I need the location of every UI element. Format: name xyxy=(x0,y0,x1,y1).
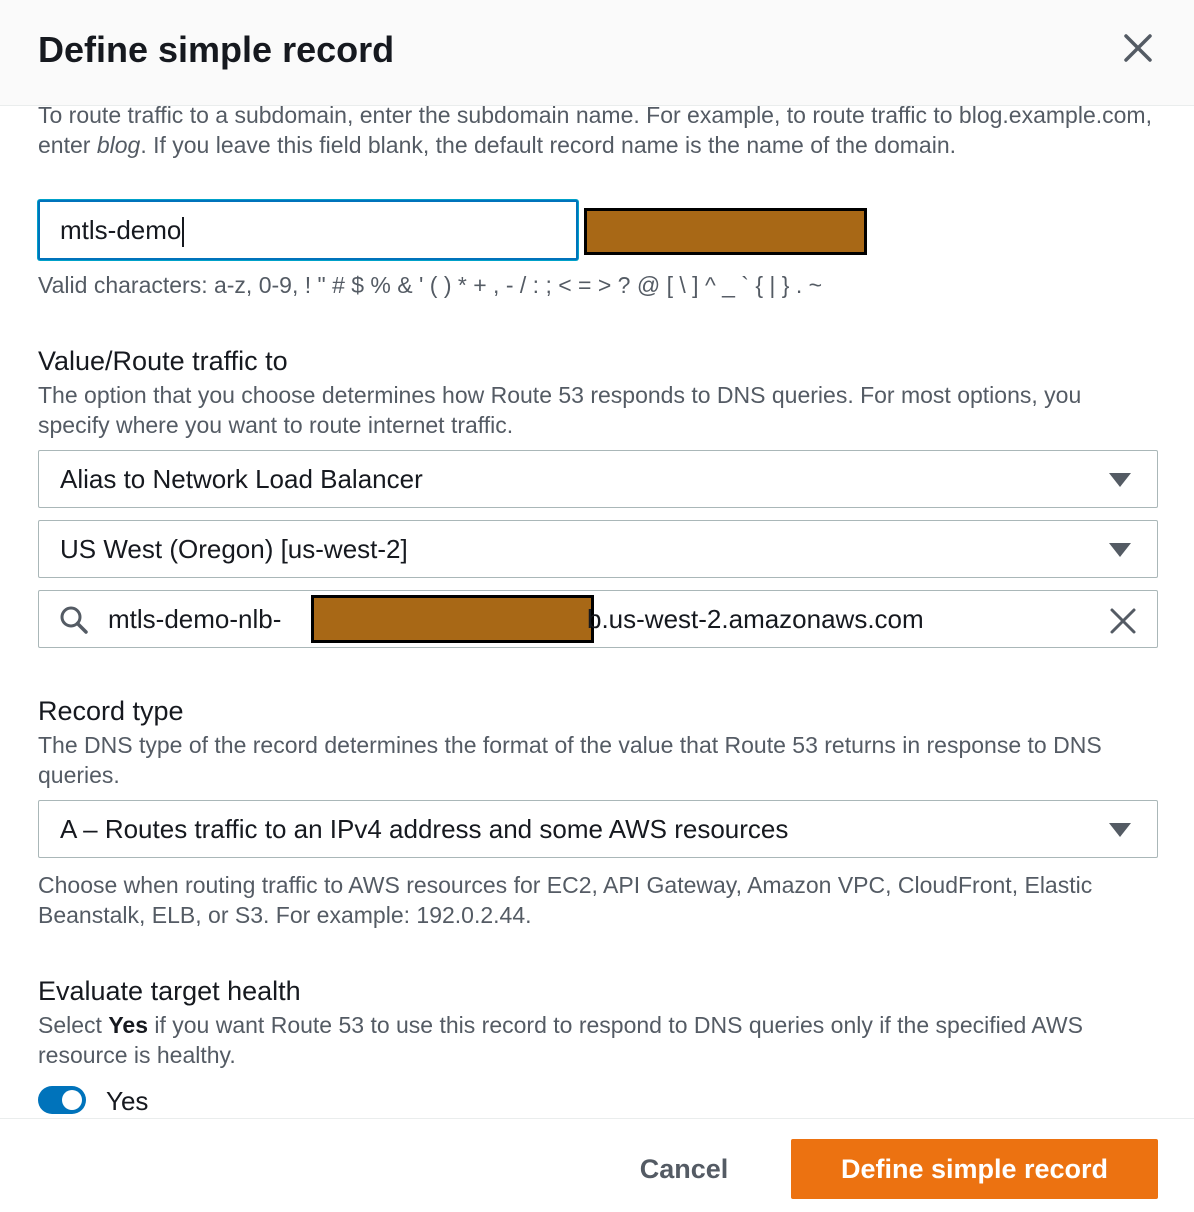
target-health-description-part: Select xyxy=(38,1012,109,1038)
toggle-knob xyxy=(62,1090,82,1110)
region-select[interactable]: US West (Oregon) [us-west-2] xyxy=(38,520,1158,578)
cancel-button[interactable]: Cancel xyxy=(616,1139,752,1199)
define-simple-record-button[interactable]: Define simple record xyxy=(791,1139,1158,1199)
record-type-select-value: A – Routes traffic to an IPv4 address an… xyxy=(60,814,789,844)
endpoint-select[interactable]: Alias to Network Load Balancer xyxy=(38,450,1158,508)
record-type-help: Choose when routing traffic to AWS resou… xyxy=(38,872,1093,928)
load-balancer-search-input[interactable]: mtls-demo-nlb- b.us-west-2.amazonaws.com xyxy=(38,590,1158,648)
target-health-toggle-label: Yes xyxy=(106,1086,149,1116)
record-name-value: mtls-demo xyxy=(60,215,182,245)
load-balancer-name-suffix: b.us-west-2.amazonaws.com xyxy=(587,604,924,634)
target-health-toggle[interactable] xyxy=(38,1086,86,1114)
text-cursor xyxy=(182,217,185,248)
dialog-title: Define simple record xyxy=(38,29,395,70)
value-route-label: Value/Route traffic to xyxy=(38,346,288,376)
dialog-footer: Cancel Define simple record xyxy=(0,1118,1194,1212)
redacted-load-balancer-id xyxy=(311,595,594,643)
target-health-label: Evaluate target health xyxy=(38,976,301,1006)
load-balancer-name-prefix: mtls-demo-nlb- xyxy=(108,604,282,634)
search-icon xyxy=(60,606,88,634)
clear-icon[interactable] xyxy=(1109,607,1137,635)
dialog-header: Define simple record xyxy=(0,0,1194,106)
dialog-body[interactable]: To route traffic to a subdomain, enter t… xyxy=(0,106,1194,1118)
record-name-example: blog xyxy=(96,132,141,158)
endpoint-select-value: Alias to Network Load Balancer xyxy=(60,464,423,494)
record-name-input[interactable]: mtls-demo xyxy=(38,200,578,260)
target-health-description-part: if you want Route 53 to use this record … xyxy=(38,1012,1083,1068)
region-select-value: US West (Oregon) [us-west-2] xyxy=(60,534,408,564)
record-name-constraint: Valid characters: a-z, 0-9, ! " # $ % & … xyxy=(38,272,823,298)
close-icon[interactable] xyxy=(1120,30,1156,66)
value-route-description: The option that you choose determines ho… xyxy=(38,382,1082,438)
caret-down-icon xyxy=(1109,473,1131,487)
record-name-description-part: . If you leave this field blank, the def… xyxy=(140,132,957,158)
record-type-description: The DNS type of the record determines th… xyxy=(38,732,1102,788)
target-health-description: Select Yes if you want Route 53 to use t… xyxy=(38,1010,1158,1070)
caret-down-icon xyxy=(1109,543,1131,557)
redacted-domain-name xyxy=(584,208,867,255)
target-health-yes-emphasis: Yes xyxy=(108,1012,148,1038)
caret-down-icon xyxy=(1109,823,1131,837)
record-type-select[interactable]: A – Routes traffic to an IPv4 address an… xyxy=(38,800,1158,858)
record-name-description: To route traffic to a subdomain, enter t… xyxy=(38,106,1158,160)
record-type-label: Record type xyxy=(38,696,184,726)
